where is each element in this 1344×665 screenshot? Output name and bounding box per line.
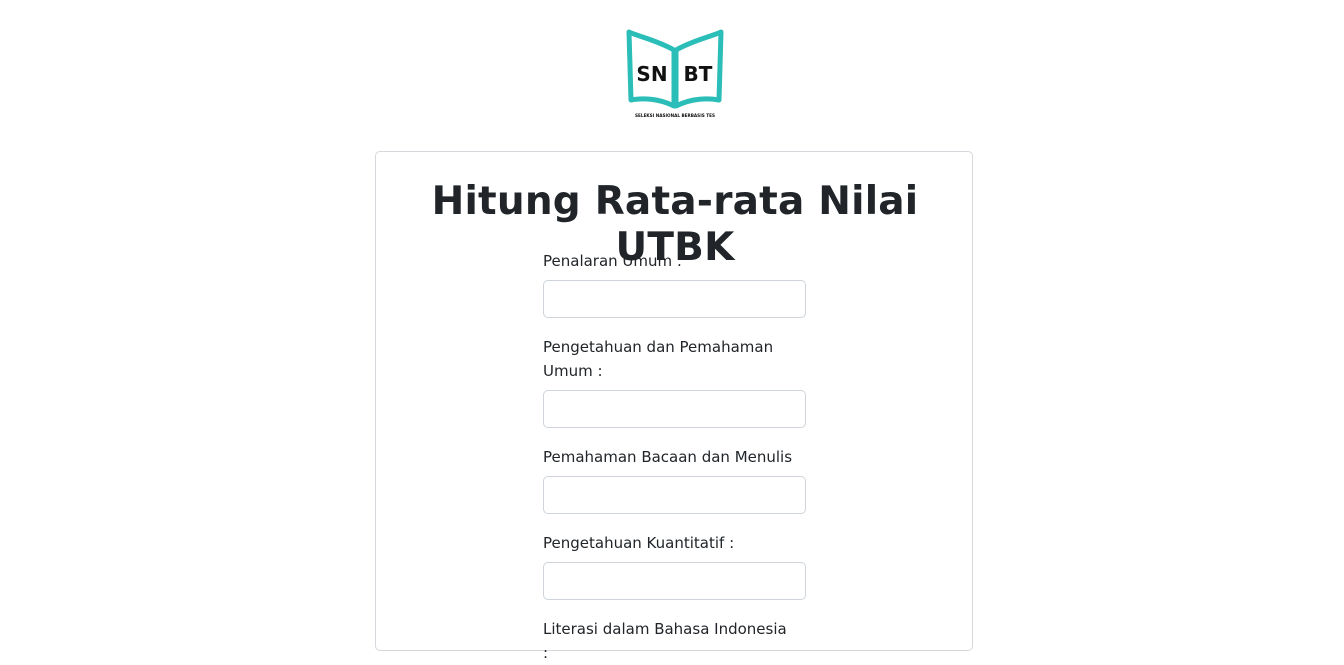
literasi-bahasa-indonesia-label: Literasi dalam Bahasa Indonesia :	[543, 620, 787, 662]
pengetahuan-pemahaman-umum-label: Pengetahuan dan Pemahaman Umum :	[543, 338, 774, 380]
penalaran-umum-input[interactable]	[543, 280, 806, 318]
penalaran-umum-label: Penalaran Umum :	[543, 252, 682, 270]
calculator-card: Hitung Rata-rata Nilai UTBK Penalaran Um…	[375, 151, 973, 662]
snbt-logo: SN BT SELEKSI NASIONAL BERBASIS TES	[622, 28, 728, 120]
pengetahuan-kuantitatif-input[interactable]	[543, 562, 806, 600]
pengetahuan-kuantitatif-label: Pengetahuan Kuantitatif :	[543, 534, 735, 552]
logo-tagline: SELEKSI NASIONAL BERBASIS TES	[635, 113, 715, 118]
logo-text-sn: SN	[636, 62, 667, 86]
pengetahuan-pemahaman-umum-input[interactable]	[543, 390, 806, 428]
pemahaman-bacaan-menulis-input[interactable]	[543, 476, 806, 514]
logo-text-bt: BT	[684, 62, 713, 86]
snbt-logo-graphic: SN BT SELEKSI NASIONAL BERBASIS TES	[626, 29, 724, 118]
